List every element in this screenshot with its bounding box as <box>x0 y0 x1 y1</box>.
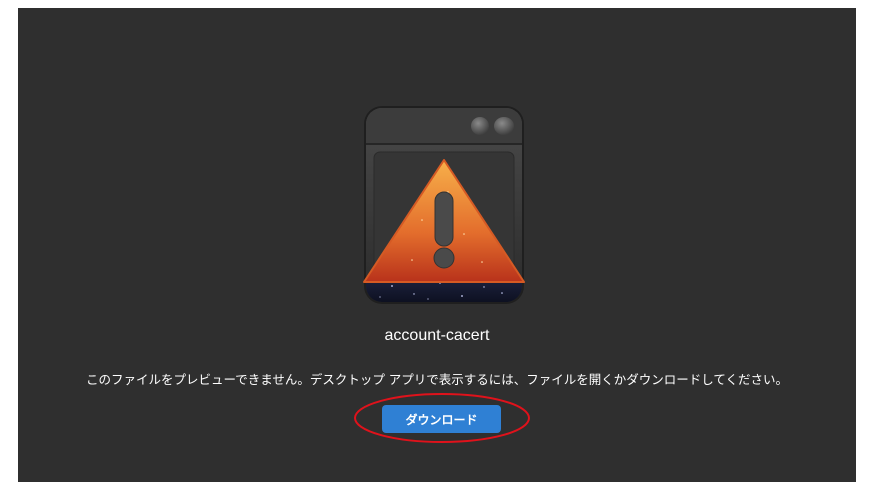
warning-window-icon <box>363 106 525 304</box>
download-button[interactable]: ダウンロード <box>382 405 501 433</box>
file-preview-pane: account-cacert このファイルをプレビューできません。デスクトップ … <box>18 8 856 482</box>
preview-unavailable-message: このファイルをプレビューできません。デスクトップ アプリで表示するには、ファイル… <box>85 372 789 387</box>
file-name: account-cacert <box>384 327 490 344</box>
